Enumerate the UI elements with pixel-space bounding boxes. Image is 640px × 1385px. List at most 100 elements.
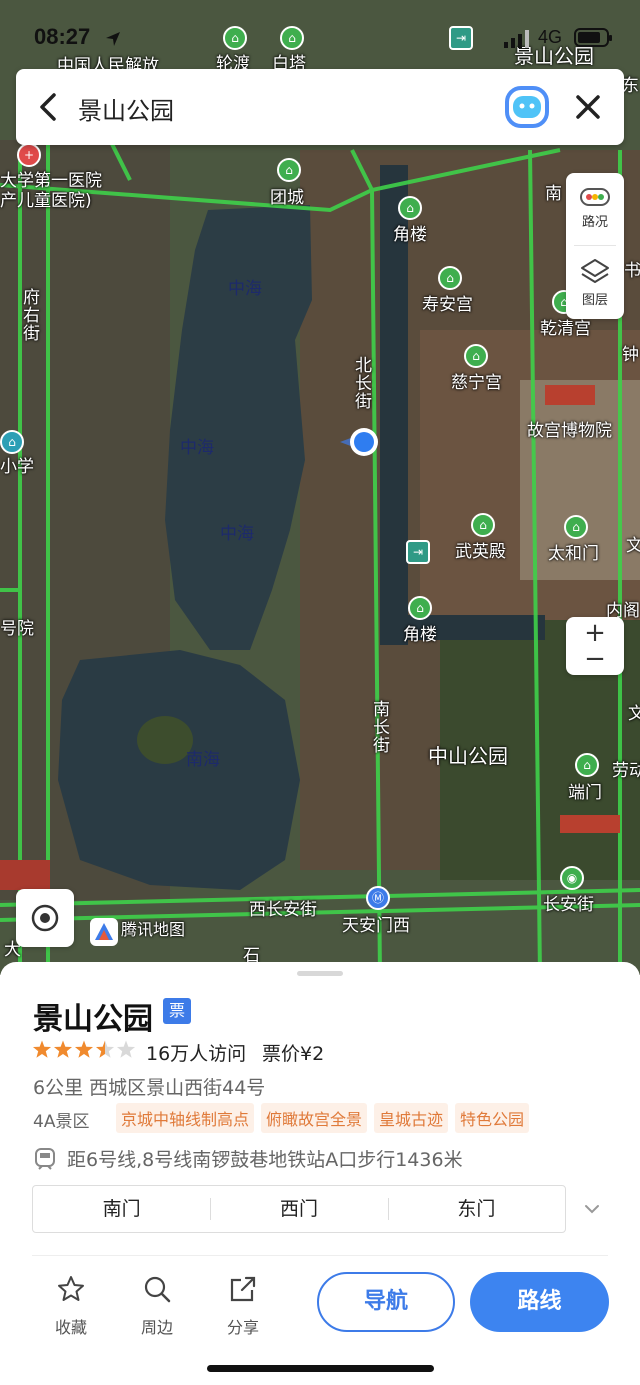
assistant-bot-icon[interactable] <box>504 85 550 129</box>
home-indicator[interactable] <box>207 1365 434 1372</box>
hospital-icon[interactable]: + <box>17 143 41 167</box>
zoom-controls: + − <box>566 617 624 675</box>
share-button[interactable]: 分享 <box>213 1274 273 1338</box>
poi-marker-icon[interactable]: ⌂ <box>464 344 488 368</box>
poi-marker-icon[interactable]: ⌂ <box>398 196 422 220</box>
feature-tags: 京城中轴线制高点 俯瞰故宫全景 皇城古迹 特色公园 <box>116 1103 530 1133</box>
map-label: 劳动 <box>612 761 640 781</box>
map-label: 中山公园 <box>428 744 508 768</box>
rating-star-icon <box>116 1040 136 1058</box>
poi-marker-icon[interactable]: ⌂ <box>471 513 495 537</box>
poi-marker-icon[interactable]: ⌂ <box>575 753 599 777</box>
locate-button[interactable] <box>16 889 74 947</box>
signal-icon <box>504 30 529 48</box>
map-label: 北长街 <box>351 356 371 410</box>
map-label: 端门 <box>568 783 602 803</box>
chevron-down-icon[interactable] <box>581 1198 603 1220</box>
map-label: 书 <box>624 261 640 281</box>
place-detail-sheet: 景山公园 票 16万人访问 票价¥2 6公里 西城区景山西街44号 4A景区 京… <box>0 962 640 1385</box>
map-label: 南长街 <box>369 700 389 754</box>
route-button[interactable]: 路线 <box>470 1272 609 1332</box>
share-icon <box>230 1276 256 1302</box>
status-bar: 08:27 4G <box>0 18 640 58</box>
tencent-map-logo-icon <box>90 918 118 946</box>
poi-marker-icon[interactable]: ⌂ <box>0 430 24 454</box>
place-name: 景山公园 <box>33 1002 153 1037</box>
map-label: 钟 <box>622 345 639 365</box>
map-label: 号院 <box>0 619 34 639</box>
ticket-badge: 票 <box>163 998 191 1024</box>
map-label: 武英殿 <box>455 542 506 562</box>
back-arrow-icon[interactable] <box>30 87 70 127</box>
map-label: 慈宁宫 <box>451 373 502 393</box>
map-label: 文 <box>628 704 640 724</box>
map-label: 长安街 <box>543 895 594 915</box>
camera-poi-icon[interactable]: ◉ <box>560 866 584 890</box>
map-label: 寿安宫 <box>422 295 473 315</box>
traffic-button[interactable]: 路况 <box>566 187 624 230</box>
zoom-in-button[interactable]: + <box>566 619 624 647</box>
feature-tag: 皇城古迹 <box>374 1103 449 1133</box>
navigate-button[interactable]: 导航 <box>317 1272 455 1332</box>
map-label: 府右街 <box>19 288 39 342</box>
location-arrow-icon <box>106 32 120 46</box>
map-label: 太和门 <box>548 544 599 564</box>
scenic-level: 4A景区 <box>33 1112 90 1132</box>
map-label: 西长安街 <box>249 900 317 920</box>
zoom-out-button[interactable]: − <box>566 645 624 673</box>
nearby-button[interactable]: 周边 <box>127 1274 187 1338</box>
layers-button[interactable]: 图层 <box>566 257 624 308</box>
gate-option[interactable]: 南门 <box>33 1186 210 1232</box>
gate-option[interactable]: 西门 <box>210 1186 387 1232</box>
map-watermark: 腾讯地图 <box>121 920 186 939</box>
poi-marker-icon[interactable]: ⌂ <box>277 158 301 182</box>
share-label: 分享 <box>226 1318 259 1337</box>
map-label: 团城 <box>270 188 304 208</box>
map-label: 角楼 <box>403 625 437 645</box>
visit-count: 16万人访问 <box>146 1043 247 1065</box>
layers-icon <box>581 259 609 283</box>
rating-stars <box>32 1040 136 1058</box>
divider <box>32 1255 608 1256</box>
map-label: 中海 <box>180 438 214 458</box>
map-label: 文 <box>626 536 640 556</box>
metro-station-icon[interactable]: Ⓜ <box>366 886 390 910</box>
map-label: 天安门西 <box>342 916 410 936</box>
map-label: 南海 <box>186 750 220 770</box>
map-label: 南 <box>545 184 562 204</box>
locate-target-icon <box>31 904 59 932</box>
map-label: 故宫博物院 <box>527 421 612 441</box>
rating-star-icon <box>74 1040 94 1058</box>
metro-distance-text: 距6号线,8号线南锣鼓巷地铁站A口步行1436米 <box>67 1149 463 1171</box>
rating-star-icon <box>32 1040 52 1058</box>
poi-marker-icon[interactable]: ⌂ <box>408 596 432 620</box>
rating-star-icon <box>95 1040 115 1058</box>
ticket-price: 票价¥2 <box>262 1043 325 1065</box>
map-label: 角楼 <box>393 225 427 245</box>
map-label: 中海 <box>228 279 262 299</box>
map-imagery <box>0 0 640 975</box>
poi-marker-icon[interactable]: ⌂ <box>438 266 462 290</box>
poi-marker-icon[interactable]: ⌂ <box>564 515 588 539</box>
map-label: 东 <box>622 76 639 96</box>
map-label: 小学 <box>0 457 34 477</box>
rating-star-icon <box>53 1040 73 1058</box>
search-bar[interactable]: 景山公园 <box>16 69 624 145</box>
favorite-button[interactable]: 收藏 <box>41 1274 101 1338</box>
map-controls-panel: 路况 图层 <box>566 173 624 319</box>
gate-option[interactable]: 东门 <box>387 1186 565 1232</box>
gate-selector: 南门 西门 东门 <box>32 1185 566 1233</box>
close-icon[interactable] <box>568 87 608 127</box>
sheet-drag-handle[interactable] <box>297 971 343 976</box>
search-icon <box>144 1276 171 1303</box>
map-label: 产儿童医院) <box>0 191 92 211</box>
battery-icon <box>574 28 612 47</box>
status-time: 08:27 <box>34 24 91 49</box>
satellite-map[interactable]: 中国人民解放 轮渡 白塔 景山公园 东 大学第一医院 产儿童医院) 团城 府右街… <box>0 0 640 975</box>
nearby-label: 周边 <box>140 1318 173 1337</box>
search-query[interactable]: 景山公园 <box>78 91 174 126</box>
exit-marker-icon[interactable]: ⇥ <box>406 540 430 564</box>
feature-tag: 特色公园 <box>455 1103 530 1133</box>
traffic-label: 路况 <box>581 215 608 230</box>
map-label: 乾清宫 <box>540 319 591 339</box>
